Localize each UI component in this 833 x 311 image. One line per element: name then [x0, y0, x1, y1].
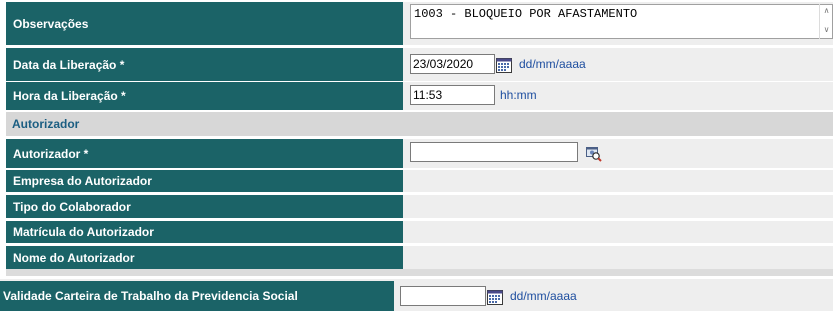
- data-liberacao-format: dd/mm/aaaa: [519, 57, 586, 71]
- matricula-autorizador-value: [410, 221, 833, 243]
- row-nome-autorizador: Nome do Autorizador: [6, 246, 833, 269]
- calendar-icon[interactable]: [487, 289, 503, 305]
- tipo-colaborador-label: Tipo do Colaborador: [6, 195, 403, 218]
- section-autorizador-title: Autorizador: [12, 117, 80, 131]
- validade-ctps-label: Validade Carteira de Trabalho da Previde…: [0, 281, 394, 311]
- observacoes-textarea[interactable]: 1003 - BLOQUEIO POR AFASTAMENTO: [410, 4, 833, 39]
- row-data-liberacao: Data da Liberação * 23/03/2020 dd/mm/aaa…: [6, 48, 833, 81]
- section-divider: [6, 269, 833, 276]
- row-matricula-autorizador: Matrícula do Autorizador: [6, 221, 833, 243]
- validade-ctps-input[interactable]: [400, 286, 486, 306]
- observacoes-label: Observações: [6, 2, 403, 45]
- data-liberacao-input[interactable]: 23/03/2020: [410, 54, 495, 74]
- row-hora-liberacao: Hora da Liberação * 11:53 hh:mm: [6, 82, 833, 110]
- empresa-autorizador-value: [410, 170, 833, 192]
- observacoes-scrollbar[interactable]: ∧ ∨: [819, 4, 833, 39]
- row-validade-ctps: Validade Carteira de Trabalho da Previde…: [0, 279, 833, 311]
- hora-liberacao-input[interactable]: 11:53: [410, 85, 495, 105]
- empresa-autorizador-label: Empresa do Autorizador: [6, 170, 403, 192]
- hora-liberacao-cell: 11:53 hh:mm: [410, 82, 833, 110]
- autorizador-cell: [410, 139, 833, 168]
- nome-autorizador-value: [410, 246, 833, 269]
- autorizador-label: Autorizador *: [6, 139, 403, 168]
- observacoes-cell: 1003 - BLOQUEIO POR AFASTAMENTO ∧ ∨: [410, 2, 833, 45]
- row-observacoes: Observações 1003 - BLOQUEIO POR AFASTAME…: [6, 2, 833, 45]
- row-autorizador: Autorizador *: [6, 139, 833, 168]
- data-liberacao-label: Data da Liberação *: [6, 48, 403, 81]
- scroll-down-icon[interactable]: ∨: [820, 21, 833, 38]
- row-empresa-autorizador: Empresa do Autorizador: [6, 170, 833, 192]
- data-liberacao-cell: 23/03/2020 dd/mm/aaaa: [410, 48, 833, 81]
- hora-liberacao-label: Hora da Liberação *: [6, 82, 403, 110]
- matricula-autorizador-label: Matrícula do Autorizador: [6, 221, 403, 243]
- row-tipo-colaborador: Tipo do Colaborador: [6, 195, 833, 218]
- scroll-up-icon[interactable]: ∧: [820, 4, 833, 21]
- calendar-icon[interactable]: [496, 57, 512, 73]
- tipo-colaborador-value: [410, 195, 833, 218]
- validade-ctps-format: dd/mm/aaaa: [510, 289, 577, 303]
- search-user-icon[interactable]: [585, 145, 602, 162]
- autorizador-input[interactable]: [410, 142, 578, 162]
- nome-autorizador-label: Nome do Autorizador: [6, 246, 403, 269]
- section-autorizador: Autorizador: [6, 112, 833, 136]
- hora-liberacao-format: hh:mm: [500, 88, 537, 102]
